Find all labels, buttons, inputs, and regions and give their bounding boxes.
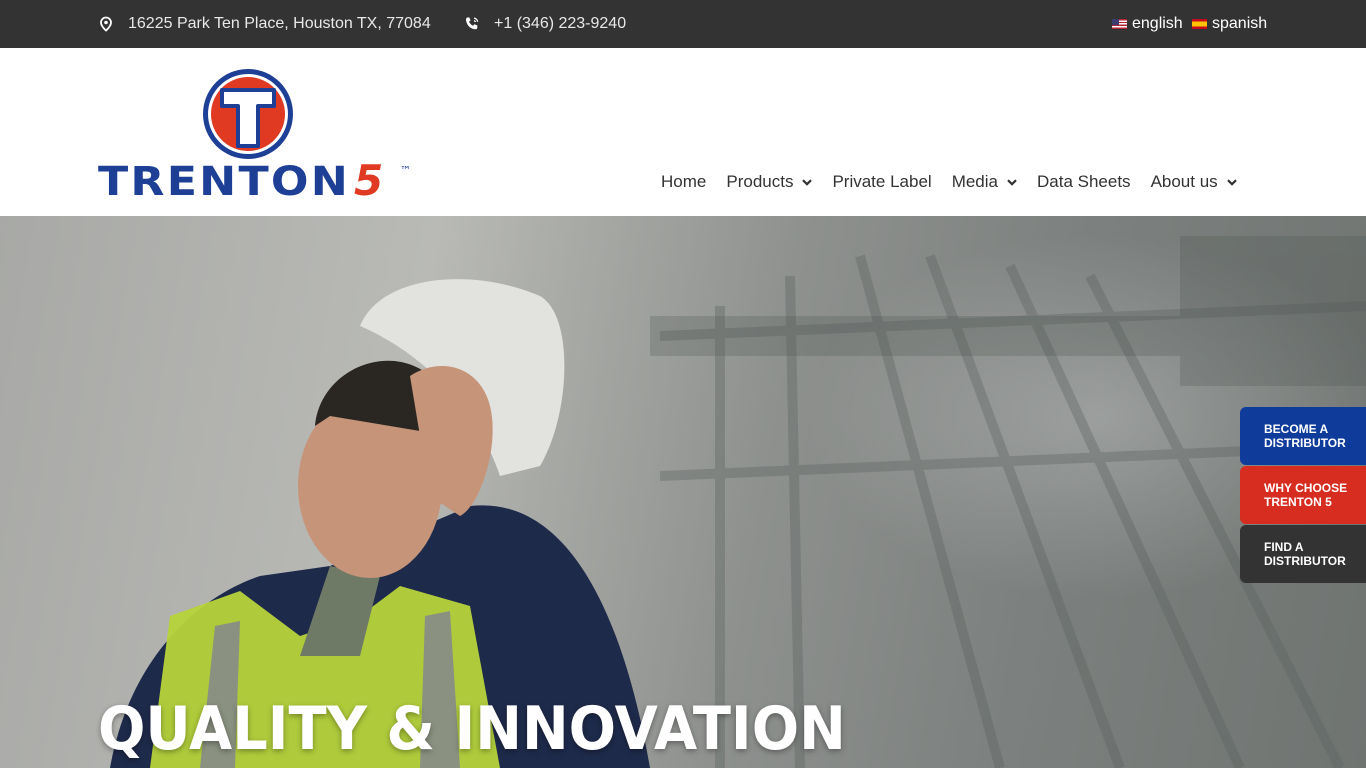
nav-private-label-label[interactable]: Private Label bbox=[832, 172, 931, 192]
nav-data-sheets-label[interactable]: Data Sheets bbox=[1037, 172, 1131, 192]
chevron-down-icon[interactable] bbox=[1226, 178, 1237, 186]
find-distributor-label[interactable]: FIND A DISTRIBUTOR bbox=[1264, 540, 1356, 568]
phone-text[interactable]: +1 (346) 223-9240 bbox=[494, 15, 626, 33]
spain-flag-icon bbox=[1192, 19, 1207, 29]
hero-headline: QUALITY & INNOVATION bbox=[98, 694, 846, 764]
hero-banner: QUALITY & INNOVATION bbox=[0, 216, 1366, 768]
nav-home-label[interactable]: Home bbox=[661, 172, 706, 192]
language-english-label[interactable]: english bbox=[1132, 15, 1183, 33]
why-choose-trenton5-tab[interactable]: WHY CHOOSE TRENTON 5 bbox=[1240, 466, 1366, 524]
hero-background-image bbox=[110, 236, 1366, 768]
phone-block[interactable]: +1 (346) 223-9240 bbox=[463, 0, 626, 48]
us-flag-icon bbox=[1112, 19, 1127, 29]
chevron-down-icon[interactable] bbox=[802, 178, 813, 186]
why-choose-trenton5-label[interactable]: WHY CHOOSE TRENTON 5 bbox=[1264, 481, 1356, 509]
location-pin-icon bbox=[97, 15, 115, 33]
address-block: 16225 Park Ten Place, Houston TX, 77084 bbox=[97, 0, 431, 48]
become-distributor-tab[interactable]: BECOME A DISTRIBUTOR bbox=[1240, 407, 1366, 465]
language-spanish-label[interactable]: spanish bbox=[1212, 15, 1267, 33]
address-text: 16225 Park Ten Place, Houston TX, 77084 bbox=[128, 15, 431, 32]
nav-media-label[interactable]: Media bbox=[952, 172, 998, 192]
nav-home[interactable]: Home bbox=[661, 172, 706, 192]
language-english[interactable]: english bbox=[1112, 0, 1183, 48]
language-spanish[interactable]: spanish bbox=[1192, 0, 1267, 48]
find-distributor-tab[interactable]: FIND A DISTRIBUTOR bbox=[1240, 525, 1366, 583]
nav-data-sheets[interactable]: Data Sheets bbox=[1037, 172, 1131, 192]
nav-about-us[interactable]: About us bbox=[1151, 172, 1237, 192]
trenton5-logo[interactable]: TRENTON 5 ™ bbox=[98, 66, 416, 205]
phone-icon bbox=[463, 15, 481, 33]
top-bar: 16225 Park Ten Place, Houston TX, 77084 … bbox=[0, 0, 1366, 48]
nav-products-label[interactable]: Products bbox=[726, 172, 793, 192]
main-navigation: Home Products Private Label Media Data S… bbox=[661, 166, 1257, 198]
logo-trademark: ™ bbox=[400, 164, 411, 177]
chevron-down-icon[interactable] bbox=[1007, 178, 1017, 186]
nav-media[interactable]: Media bbox=[952, 172, 1017, 192]
nav-products[interactable]: Products bbox=[726, 172, 813, 192]
logo-wordmark: TRENTON bbox=[98, 159, 350, 200]
become-distributor-label[interactable]: BECOME A DISTRIBUTOR bbox=[1264, 422, 1356, 450]
nav-private-label[interactable]: Private Label bbox=[832, 172, 931, 192]
site-header: TRENTON 5 ™ Home Products Private Label … bbox=[0, 48, 1366, 216]
logo-digit: 5 bbox=[354, 156, 383, 200]
nav-about-us-label[interactable]: About us bbox=[1151, 172, 1218, 192]
